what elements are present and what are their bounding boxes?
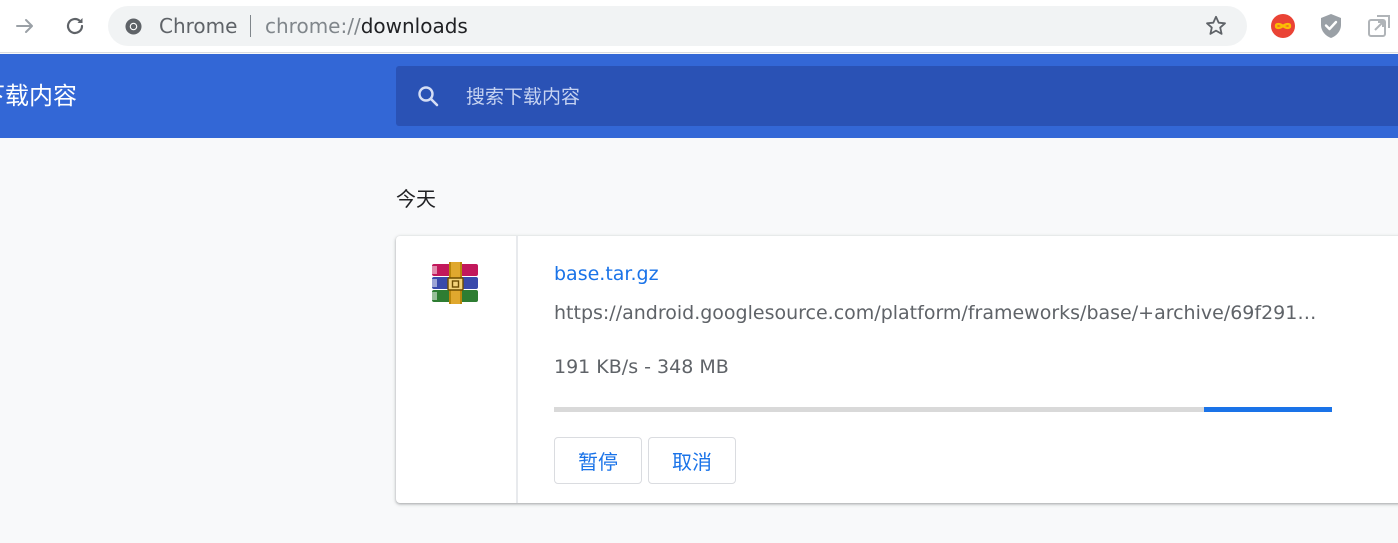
file-name-link[interactable]: base.tar.gz bbox=[554, 263, 659, 285]
card-divider bbox=[516, 236, 518, 503]
bookmark-star-icon[interactable] bbox=[1204, 14, 1228, 38]
page-title: 下载内容 bbox=[0, 82, 77, 110]
search-box[interactable] bbox=[396, 66, 1398, 128]
url-scheme: chrome:// bbox=[265, 14, 361, 38]
omnibox-url[interactable]: chrome://downloads bbox=[265, 6, 468, 46]
puzzle-extension-icon[interactable] bbox=[1365, 12, 1393, 40]
file-source-url[interactable]: https://android.googlesource.com/platfor… bbox=[554, 302, 1326, 324]
forward-arrow-icon bbox=[16, 19, 33, 33]
search-input[interactable] bbox=[464, 66, 1368, 128]
url-host: downloads bbox=[360, 14, 468, 38]
omnibox-separator bbox=[250, 15, 251, 37]
pause-button[interactable]: 暂停 bbox=[554, 437, 642, 484]
omnibox-chip: Chrome bbox=[159, 14, 238, 38]
download-item-card: base.tar.gz https://android.googlesource… bbox=[396, 236, 1398, 503]
download-status: 191 KB/s - 348 MB bbox=[554, 356, 729, 378]
reload-icon bbox=[66, 17, 84, 35]
date-group-header: 今天 bbox=[396, 187, 436, 211]
shield-extension-icon[interactable] bbox=[1317, 12, 1345, 40]
search-icon bbox=[418, 86, 439, 107]
winrar-archive-icon[interactable] bbox=[431, 262, 481, 306]
cancel-button[interactable]: 取消 bbox=[648, 437, 736, 484]
omnibox[interactable]: Chrome chrome://downloads bbox=[108, 6, 1247, 46]
browser-toolbar: Chrome chrome://downloads bbox=[0, 0, 1398, 53]
progress-fill bbox=[1204, 407, 1332, 412]
infinity-extension-icon[interactable] bbox=[1269, 12, 1297, 40]
chrome-icon bbox=[125, 18, 142, 35]
downloads-header: 下载内容 bbox=[0, 54, 1398, 138]
download-progress-bar bbox=[554, 407, 1332, 412]
forward-button[interactable] bbox=[6, 7, 44, 45]
reload-button[interactable] bbox=[56, 7, 94, 45]
